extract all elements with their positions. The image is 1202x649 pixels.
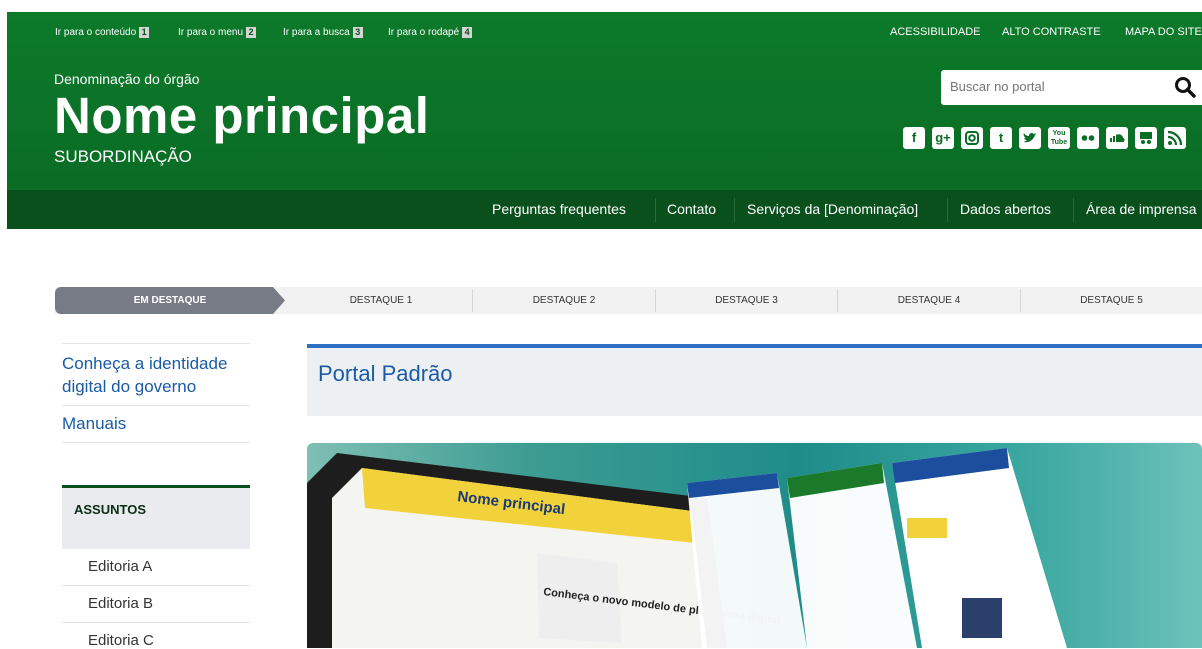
tab-destaque-5[interactable]: DESTAQUE 5: [1021, 287, 1202, 314]
tumblr-icon[interactable]: t: [990, 127, 1012, 149]
search-input[interactable]: [950, 79, 1160, 94]
nav-divider: [947, 198, 948, 222]
assuntos-title: ASSUNTOS: [74, 502, 146, 517]
sitemap-link[interactable]: MAPA DO SITE: [1125, 26, 1202, 38]
skip-to-content-link[interactable]: Ir para o conteúdo 1: [55, 27, 150, 38]
google-plus-icon[interactable]: g+: [932, 127, 954, 149]
skip-to-search-link[interactable]: Ir para a busca 3: [283, 27, 363, 38]
nav-open-data[interactable]: Dados abertos: [960, 201, 1051, 217]
tab-destaque-4[interactable]: DESTAQUE 4: [838, 287, 1020, 314]
nav-faq[interactable]: Perguntas frequentes: [492, 201, 626, 217]
nav-divider: [1073, 198, 1074, 222]
sidebar-item-editoria-c[interactable]: Editoria C: [88, 632, 154, 649]
soundcloud-icon[interactable]: [1106, 127, 1128, 149]
skip-to-menu-link[interactable]: Ir para o menu 2: [178, 27, 257, 38]
sidebar-divider: [62, 405, 250, 406]
assuntos-header: [62, 485, 250, 549]
nav-services[interactable]: Serviços da [Denominação]: [747, 201, 918, 217]
flickr-icon[interactable]: [1077, 127, 1099, 149]
skip-to-footer-link[interactable]: Ir para o rodapé 4: [388, 27, 473, 38]
instagram-icon[interactable]: [961, 127, 983, 149]
page-title: Portal Padrão: [318, 361, 453, 386]
rss-icon[interactable]: [1164, 127, 1186, 149]
sidebar-divider: [62, 622, 250, 623]
sidebar-divider: [62, 585, 250, 586]
sidebar-link-manuais[interactable]: Manuais: [62, 412, 126, 435]
youtube-icon[interactable]: You Tube: [1048, 127, 1070, 149]
org-name: Denominação do órgão: [54, 71, 200, 87]
site-title[interactable]: Nome principal: [54, 86, 429, 145]
tab-em-destaque[interactable]: EM DESTAQUE: [55, 287, 285, 314]
hero-illustration: Nome principal Conheça o novo modelo de …: [307, 448, 1067, 648]
sidebar-divider: [62, 343, 250, 344]
search-icon[interactable]: [1174, 76, 1196, 98]
tab-destaque-3[interactable]: DESTAQUE 3: [656, 287, 837, 314]
subordination: SUBORDINAÇÃO: [54, 147, 192, 166]
slideshare-icon[interactable]: [1135, 127, 1157, 149]
tab-destaque-2[interactable]: DESTAQUE 2: [473, 287, 655, 314]
accessibility-link[interactable]: ACESSIBILIDADE: [890, 26, 980, 38]
sidebar-link-identidade[interactable]: Conheça a identidade digital do governo: [62, 352, 250, 398]
nav-divider: [655, 198, 656, 222]
facebook-icon[interactable]: f: [903, 127, 925, 149]
sidebar-item-editoria-b[interactable]: Editoria B: [88, 595, 153, 612]
high-contrast-link[interactable]: ALTO CONTRASTE: [1002, 26, 1101, 38]
sidebar-item-editoria-a[interactable]: Editoria A: [88, 558, 152, 575]
nav-contact[interactable]: Contato: [667, 201, 716, 217]
sidebar-divider: [62, 442, 250, 443]
hero-banner[interactable]: Nome principal Conheça o novo modelo de …: [307, 443, 1202, 648]
tab-destaque-1[interactable]: DESTAQUE 1: [290, 287, 472, 314]
nav-divider: [734, 198, 735, 222]
nav-press[interactable]: Área de imprensa: [1086, 201, 1197, 217]
twitter-icon[interactable]: [1019, 127, 1041, 149]
search-box: [941, 70, 1202, 105]
